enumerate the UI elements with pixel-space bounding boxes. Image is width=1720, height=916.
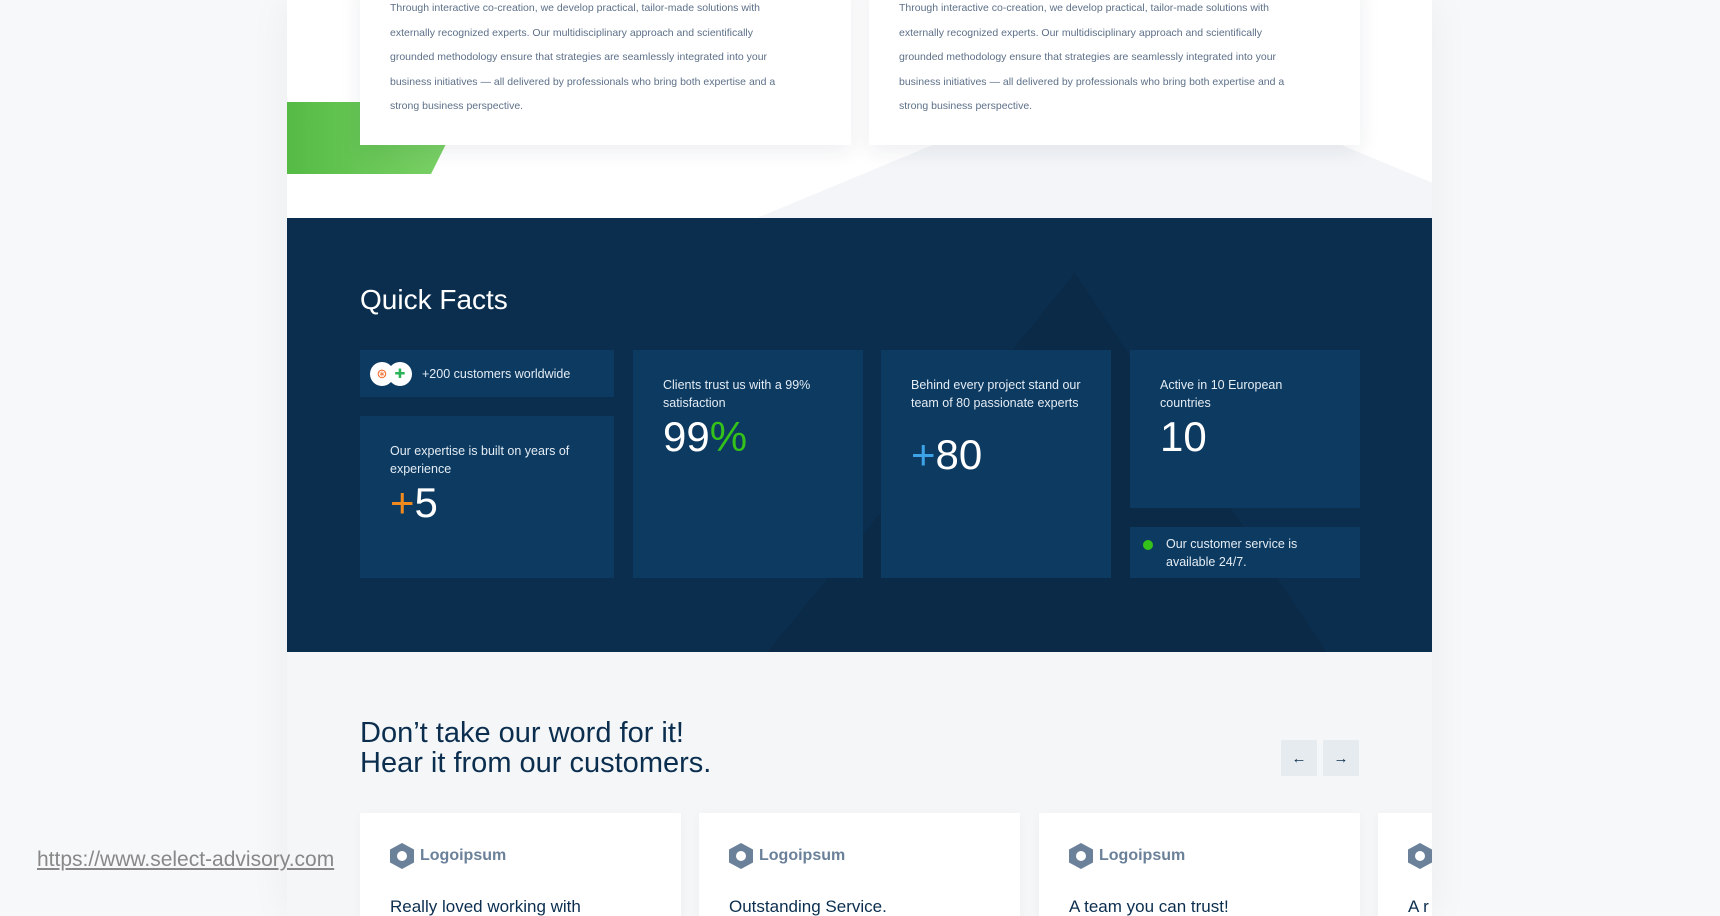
section-heading: Don’t take our word for it! Hear it from… <box>360 718 711 778</box>
customers-card: ⊛ ✚ +200 customers worldwide <box>360 350 614 397</box>
satisfaction-card: Clients trust us with a 99% satisfaction… <box>633 350 863 578</box>
plus-sign: + <box>390 479 415 526</box>
logo-icon <box>729 843 753 869</box>
prev-button[interactable]: ← <box>1281 740 1317 776</box>
fact-value: 99 <box>663 413 710 460</box>
testimonial-title: A r <box>1408 897 1429 916</box>
fact-value: 5 <box>414 479 438 526</box>
percent-sign: % <box>709 413 748 460</box>
logo-icon <box>1069 843 1093 869</box>
logo-icon <box>390 843 414 869</box>
service-text: Our customer service is available 24/7. <box>1166 537 1298 569</box>
customer-logo-icon: ✚ <box>388 361 412 386</box>
card-text: strong business perspective. <box>390 100 524 112</box>
team-card: Behind every project stand our team of 8… <box>881 350 1111 578</box>
plus-sign: + <box>911 431 936 478</box>
testimonial-card[interactable]: Logoipsum A team you can trust! <box>1039 813 1360 916</box>
testimonial-card[interactable]: A r <box>1378 813 1432 916</box>
fact-text: Behind every project stand our team of 8… <box>911 378 1081 410</box>
card-text: Through interactive co-creation, we deve… <box>899 2 1270 14</box>
testimonial-card[interactable]: Logoipsum Really loved working with <box>360 813 681 916</box>
testimonial-title: Really loved working with <box>390 897 581 916</box>
next-button[interactable]: → <box>1323 740 1359 776</box>
logo-text: Logoipsum <box>1099 847 1186 864</box>
fact-value: 80 <box>935 431 983 478</box>
service-card: Our customer service is available 24/7. <box>1130 527 1360 578</box>
heading-line: Don’t take our word for it! <box>360 717 684 749</box>
card-text: business initiatives — all delivered by … <box>390 75 776 88</box>
card-text: externally recognized experts. Our multi… <box>899 26 1263 39</box>
logo-icon <box>1408 843 1432 869</box>
page: Through interactive co-creation, we deve… <box>287 0 1432 916</box>
experience-card: Our expertise is built on years of exper… <box>360 416 614 578</box>
intro-card: Through interactive co-creation, we deve… <box>360 0 851 145</box>
customers-text: +200 customers worldwide <box>422 366 571 381</box>
fact-value: 10 <box>1160 413 1207 460</box>
testimonial-card[interactable]: Logoipsum Outstanding Service. <box>699 813 1020 916</box>
testimonial-title: A team you can trust! <box>1069 897 1229 916</box>
card-text: Through interactive co-creation, we deve… <box>390 2 761 14</box>
card-text: grounded methodology ensure that strateg… <box>899 51 1277 63</box>
countries-card: Active in 10 European countries 10 <box>1130 350 1360 508</box>
testimonials-section: Don’t take our word for it! Hear it from… <box>287 652 1432 916</box>
quick-facts-section: Quick Facts ⊛ ✚ +200 customers worldwide… <box>287 218 1432 652</box>
fact-text: Our expertise is built on years of exper… <box>390 444 570 476</box>
card-text: grounded methodology ensure that strateg… <box>390 51 768 63</box>
section-title: Quick Facts <box>360 284 508 315</box>
testimonial-title: Outstanding Service. <box>729 897 887 916</box>
site-url-link[interactable]: https://www.select-advisory.com <box>37 848 334 872</box>
fact-text: Clients trust us with a 99% satisfaction <box>663 378 811 410</box>
logo-text: Logoipsum <box>759 847 846 864</box>
online-status-icon <box>1143 540 1153 550</box>
logo-text: Logoipsum <box>420 847 507 864</box>
card-text: externally recognized experts. Our multi… <box>390 26 754 39</box>
fact-text: Active in 10 European countries <box>1160 378 1283 410</box>
card-text: business initiatives — all delivered by … <box>899 75 1285 88</box>
heading-line: Hear it from our customers. <box>360 747 712 779</box>
intro-card: Through interactive co-creation, we deve… <box>869 0 1360 145</box>
card-text: strong business perspective. <box>899 100 1033 112</box>
